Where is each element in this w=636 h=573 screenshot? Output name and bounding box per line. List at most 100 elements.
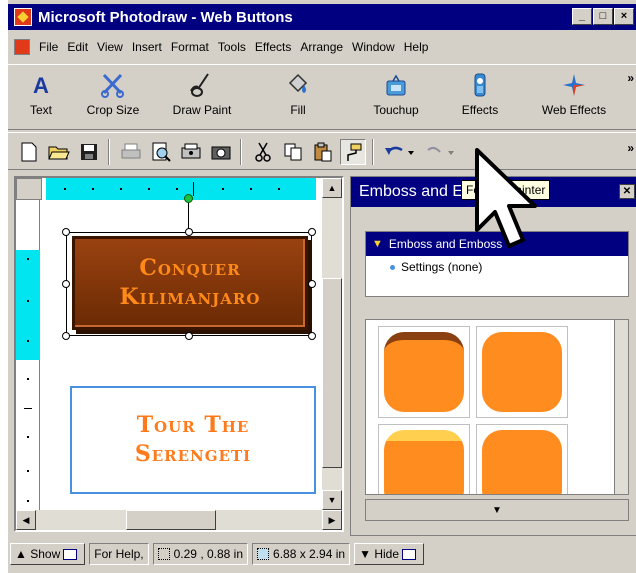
mouse-pointer-icon [473,148,553,261]
photodraw-app-icon[interactable] [14,8,32,26]
status-bar: ▲ Show For Help, 0.29 , 0.88 in 6.88 x 2… [8,540,636,568]
save-disk-icon[interactable] [76,139,102,165]
camera-icon[interactable] [208,139,234,165]
more-tools-chevron-icon[interactable]: » [627,71,634,85]
document-icon[interactable] [14,39,30,55]
fill-button[interactable]: Fill [278,71,318,117]
web-effects-icon [560,71,588,99]
position-text: 0.29 , 0.88 in [173,547,244,561]
pane-close-icon[interactable]: ✕ [619,184,635,199]
scroll-down-arrow-icon[interactable]: ▼ [322,490,342,510]
print-icon[interactable] [118,139,144,165]
window-controls: _ □ × [572,8,634,25]
more-standard-chevron-icon[interactable]: » [627,141,634,155]
print-preview-icon[interactable] [148,139,174,165]
show-button[interactable]: ▲ Show [10,543,86,565]
gallery-scrollbar[interactable] [614,320,628,494]
resize-handle[interactable] [62,280,70,288]
bullet-icon [390,264,395,270]
touchup-icon [382,71,410,99]
svg-text:A: A [33,73,49,98]
vertical-scrollbar[interactable]: ▲ ▼ [322,178,342,510]
format-painter-icon[interactable] [340,139,366,165]
effects-button[interactable]: Effects [454,71,506,117]
size-icon [257,548,270,560]
conquer-kilimanjaro-button-graphic[interactable]: Conquer Kilimanjaro [72,236,308,330]
crop-size-label: Crop Size [86,103,140,117]
visual-menu-toolbar: A Text Crop Size Draw Paint Fill Touchup… [8,64,636,130]
picture-canvas[interactable]: Conquer Kilimanjaro Tour The Serengeti [42,194,322,512]
open-folder-icon[interactable] [46,139,72,165]
hide-down-arrow-icon: ▼ [359,547,371,561]
crop-icon [99,71,127,99]
menu-edit[interactable]: Edit [67,40,88,54]
gallery-swatch[interactable] [378,424,470,494]
draw-paint-button[interactable]: Draw Paint [162,71,242,117]
help-hint: For Help, [89,543,149,565]
new-document-icon[interactable] [16,139,42,165]
menu-window[interactable]: Window [352,40,395,54]
tour-the-serengeti-button-graphic[interactable]: Tour The Serengeti [70,386,316,494]
picture-workspace[interactable]: Conquer Kilimanjaro Tour The Serengeti ▲… [14,176,344,532]
crop-size-button[interactable]: Crop Size [80,71,146,117]
web-effects-button[interactable]: Web Effects [532,71,616,117]
ruler-corner [16,178,42,200]
scroll-right-arrow-icon[interactable]: ▶ [322,510,342,530]
resize-handle[interactable] [308,228,316,236]
scroll-up-arrow-icon[interactable]: ▲ [322,178,342,198]
maximize-button[interactable]: □ [593,8,613,25]
resize-handle[interactable] [308,280,316,288]
button1-line1: Conquer [139,255,241,282]
gallery-more-button[interactable]: ▼ [365,499,629,521]
text-button[interactable]: A Text [18,71,64,117]
settings-label: Settings (none) [401,260,483,274]
menu-tools[interactable]: Tools [218,40,246,54]
resize-handle[interactable] [185,332,193,340]
horizontal-scroll-thumb[interactable] [126,510,216,530]
copy-icon[interactable] [280,139,306,165]
hide-panel-icon [402,548,416,560]
hide-button[interactable]: ▼ Hide [354,543,424,565]
gallery-swatch[interactable] [476,326,568,418]
cut-scissors-icon[interactable] [250,139,276,165]
close-button[interactable]: × [614,8,634,25]
vertical-scroll-thumb[interactable] [322,278,342,468]
touchup-button[interactable]: Touchup [368,71,424,117]
menu-format[interactable]: Format [171,40,209,54]
fill-bucket-icon [284,71,312,99]
window-title: Microsoft Photodraw - Web Buttons [38,8,293,26]
expand-triangle-icon[interactable]: ▼ [372,238,383,250]
resize-handle[interactable] [62,332,70,340]
menu-help[interactable]: Help [404,40,429,54]
minimize-button[interactable]: _ [572,8,592,25]
horizontal-scrollbar[interactable]: ◀ ▶ [16,510,342,530]
scroll-left-arrow-icon[interactable]: ◀ [16,510,36,530]
menu-bar: File Edit View Insert Format Tools Effec… [8,36,636,58]
menu-view[interactable]: View [97,40,123,54]
title-bar[interactable]: Microsoft Photodraw - Web Buttons _ □ × [8,4,636,30]
menu-arrange[interactable]: Arrange [300,40,343,54]
gallery-swatch[interactable] [378,326,470,418]
undo-icon[interactable] [382,139,418,165]
resize-handle[interactable] [185,228,193,236]
resize-handle[interactable] [308,332,316,340]
photodraw-window: Microsoft Photodraw - Web Buttons _ □ × … [6,0,636,573]
paintbrush-icon [188,71,216,99]
toolbar-separator [240,139,242,165]
menu-insert[interactable]: Insert [132,40,162,54]
redo-icon[interactable] [422,139,458,165]
scan-icon[interactable] [178,139,204,165]
menu-effects[interactable]: Effects [255,40,291,54]
emboss-gallery [365,319,629,495]
effects-icon [466,71,494,99]
menu-file[interactable]: File [39,40,58,54]
gallery-swatch[interactable] [476,424,568,494]
button2-line2: Serengeti [134,441,252,467]
toolbar-separator [372,139,374,165]
rotate-handle[interactable] [184,194,193,203]
resize-handle[interactable] [62,228,70,236]
show-panel-icon [63,548,78,560]
settings-tree-item[interactable]: Settings (none) [366,260,628,274]
toolbar-separator [108,139,110,165]
paste-clipboard-icon[interactable] [310,139,336,165]
